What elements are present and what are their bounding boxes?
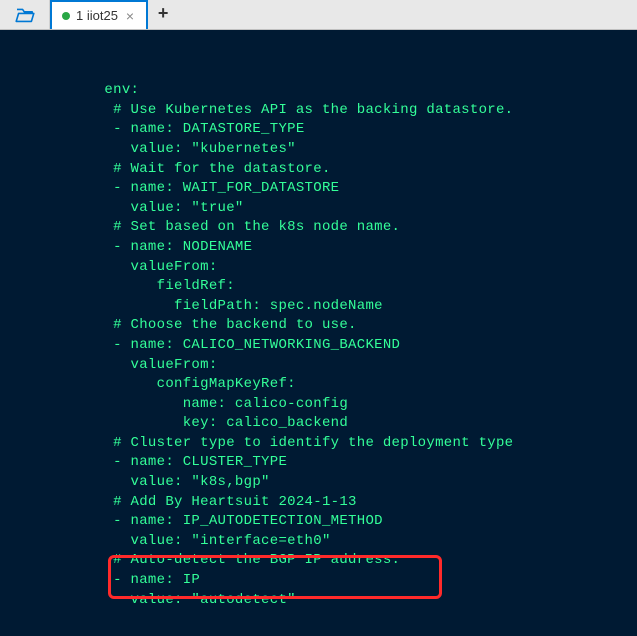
code-line: value: "kubernetes" bbox=[0, 140, 637, 160]
code-line: - name: IP bbox=[0, 571, 637, 591]
folder-open-icon bbox=[15, 7, 35, 23]
code-line: - name: DATASTORE_TYPE bbox=[0, 120, 637, 140]
editor-pane[interactable]: env: # Use Kubernetes API as the backing… bbox=[0, 30, 637, 622]
code-line: fieldPath: spec.nodeName bbox=[0, 297, 637, 317]
code-line: - name: WAIT_FOR_DATASTORE bbox=[0, 179, 637, 199]
code-line: # Choose the backend to use. bbox=[0, 316, 637, 336]
code-line: - name: CLUSTER_TYPE bbox=[0, 453, 637, 473]
code-line: # Wait for the datastore. bbox=[0, 160, 637, 180]
code-line: configMapKeyRef: bbox=[0, 375, 637, 395]
code-line: # Use Kubernetes API as the backing data… bbox=[0, 101, 637, 121]
code-line: value: "autodetect" bbox=[0, 591, 637, 611]
code-line: key: calico_backend bbox=[0, 414, 637, 434]
code-line: # Set based on the k8s node name. bbox=[0, 218, 637, 238]
tab-bar: 1 iiot25 × + bbox=[0, 0, 637, 30]
close-icon[interactable]: × bbox=[124, 8, 136, 24]
new-tab-button[interactable]: + bbox=[148, 0, 178, 29]
code-line: value: "k8s,bgp" bbox=[0, 473, 637, 493]
code-line: # Cluster type to identify the deploymen… bbox=[0, 434, 637, 454]
open-folder-button[interactable] bbox=[0, 0, 50, 29]
code-line: fieldRef: bbox=[0, 277, 637, 297]
tab-label: 1 iiot25 bbox=[76, 8, 118, 23]
code-line: # Add By Heartsuit 2024-1-13 bbox=[0, 493, 637, 513]
code-line: env: bbox=[0, 81, 637, 101]
code-line: value: "interface=eth0" bbox=[0, 532, 637, 552]
code-line: # Auto-detect the BGP IP address. bbox=[0, 551, 637, 571]
code-line: - name: IP_AUTODETECTION_METHOD bbox=[0, 512, 637, 532]
tab-iiot25[interactable]: 1 iiot25 × bbox=[50, 0, 148, 29]
code-line: - name: NODENAME bbox=[0, 238, 637, 258]
code-line: value: "true" bbox=[0, 199, 637, 219]
code-line: valueFrom: bbox=[0, 258, 637, 278]
code-line: valueFrom: bbox=[0, 356, 637, 376]
modified-dot-icon bbox=[62, 12, 70, 20]
code-line: - name: CALICO_NETWORKING_BACKEND bbox=[0, 336, 637, 356]
code-line: name: calico-config bbox=[0, 395, 637, 415]
